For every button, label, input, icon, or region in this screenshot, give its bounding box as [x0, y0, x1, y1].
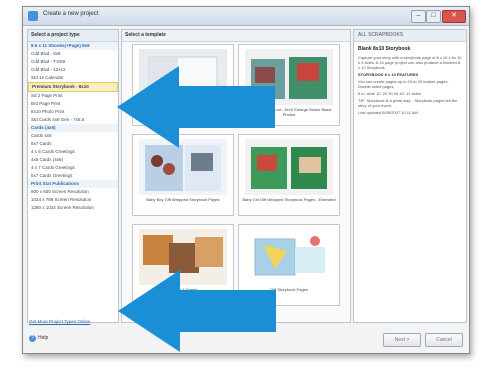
project-type-list: 8.5 x 11 Sbooks(+Page) 8x9 Cdd Blvd - 8x8…	[28, 42, 118, 212]
cancel-button[interactable]: Cancel	[425, 333, 463, 347]
description-text: Last updated 6/06/2007 10:11 AM	[358, 110, 418, 115]
template-caption: Baby Boy Gift Wrapped Storybook Pages	[146, 197, 220, 202]
project-type-panel: Select a project type 8.5 x 11 Sbooks(+P…	[27, 29, 119, 323]
template-caption: Baby Girl Gift Wrapped Storybook Pages -…	[242, 197, 336, 202]
window-title: Create a new project	[43, 11, 99, 17]
help-label: Help	[38, 335, 49, 341]
project-type-item[interactable]: 8x10 Photo Print	[28, 108, 118, 116]
project-type-header: Select a project type	[28, 30, 118, 42]
description-text: 8 in. wide 10. 20 30 34 40. 12 sides	[358, 91, 421, 96]
help-link[interactable]: ? Help	[29, 335, 48, 342]
project-type-item[interactable]: Premium Storybook - 8x10	[28, 82, 118, 92]
project-type-item[interactable]: Cdd Blvd - 12x12	[28, 66, 118, 74]
project-type-item[interactable]: Std 12 Calendar	[28, 74, 118, 82]
project-type-item[interactable]: 5x7 Cards Greetings	[28, 172, 118, 180]
project-group-header[interactable]: 8.5 x 11 Sbooks(+Page) 8x9	[28, 42, 118, 50]
arrow-left-icon	[118, 270, 276, 352]
project-type-item[interactable]: Cdd Blvd - 8x8	[28, 50, 118, 58]
description-title: Blank 8x10 Storybook	[358, 46, 411, 52]
app-icon	[28, 11, 38, 21]
close-button[interactable]: ✕	[442, 10, 466, 23]
minimize-button[interactable]: –	[411, 10, 426, 23]
project-type-item[interactable]: Sd 2 Page Print	[28, 92, 118, 100]
description-panel: ALL SCRAPBOOKS Blank 8x10 Storybook Capt…	[353, 29, 467, 323]
title-bar: Create a new project – □ ✕	[23, 7, 469, 26]
maximize-button[interactable]: □	[426, 10, 441, 23]
next-button[interactable]: Next >	[383, 333, 421, 347]
project-type-item[interactable]: 800 x 600 Screen Resolution	[28, 188, 118, 196]
template-header: Select a template	[122, 30, 350, 42]
help-icon: ?	[29, 335, 36, 342]
project-type-item[interactable]: 4 x 6 Cards Greetings	[28, 148, 118, 156]
project-group-header[interactable]: Print Stat Publications	[28, 180, 118, 188]
project-group-header[interactable]: Cards (4x6)	[28, 124, 118, 132]
description-text: Capture your story with a storybook page…	[358, 55, 462, 70]
arrow-left-icon	[117, 66, 275, 148]
description-text: You can create pages up to 20 to 40 leat…	[358, 79, 449, 89]
project-type-item[interactable]: 1280 x 1024 Screen Resolution	[28, 204, 118, 212]
more-project-types-link[interactable]: Get More Project Types Online	[29, 319, 90, 324]
description-header: ALL SCRAPBOOKS	[354, 30, 466, 42]
description-text: STORYBOOK 8 x 10 FEATURES	[358, 72, 419, 77]
project-type-item[interactable]: Brd Page Print	[28, 100, 118, 108]
project-type-item[interactable]: Cards 4x6	[28, 132, 118, 140]
project-type-item[interactable]: Cdd Blvd - T-8X8	[28, 58, 118, 66]
project-type-item[interactable]: 1024 x 768 Screen Resolution	[28, 196, 118, 204]
description-text: TIP: Storybook is a great way... Storybo…	[358, 98, 458, 108]
project-type-item[interactable]: 4x6 Cards (4x6)	[28, 156, 118, 164]
project-type-item[interactable]: 4 x 7 Cards Greetings	[28, 164, 118, 172]
project-type-item[interactable]: Std Cards 4x6 Gen - 7x5.5	[28, 116, 118, 124]
project-type-item[interactable]: 5x7 Cards	[28, 140, 118, 148]
